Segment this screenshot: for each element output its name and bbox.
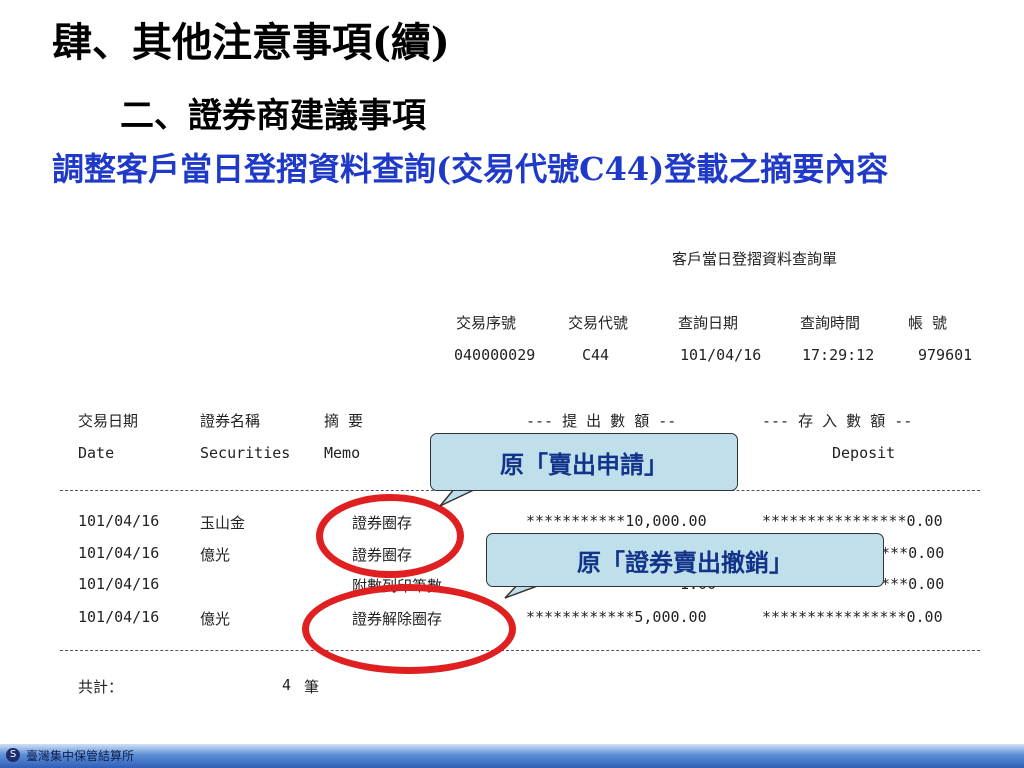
col-header-security-zh: 證券名稱: [200, 412, 261, 430]
col-header-memo-en: Memo: [324, 444, 361, 462]
col-header-date-zh: 交易日期: [78, 412, 139, 430]
slide-topic: 調整客戶當日登摺資料查詢(交易代號C44)登載之摘要內容: [52, 150, 889, 188]
meta-value-account: 979601: [918, 346, 973, 364]
table-row-1-deposit: ****************0.00: [762, 512, 943, 530]
tdcc-logo-icon: S: [6, 748, 20, 762]
meta-header-time: 查詢時間: [800, 314, 861, 332]
callout-original-sell-cancel: 原「證券賣出撤銷」: [486, 533, 884, 587]
meta-value-code: C44: [582, 346, 610, 364]
slide-title: 肆、其他注意事項(續): [52, 19, 450, 66]
col-header-date-en: Date: [78, 444, 115, 462]
col-header-deposit-en: Deposit: [832, 444, 896, 462]
meta-header-code: 交易代號: [568, 314, 629, 332]
total-count: 4: [282, 676, 292, 694]
footer-organization: 臺灣集中保管結算所: [26, 749, 135, 763]
footer-bar: S 臺灣集中保管結算所: [0, 744, 1024, 768]
table-row-4-date: 101/04/16: [78, 608, 160, 626]
meta-header-date: 查詢日期: [678, 314, 739, 332]
table-row-1-date: 101/04/16: [78, 512, 160, 530]
highlight-ring-lower: [302, 584, 516, 674]
report-heading: 客戶當日登摺資料查詢單: [672, 250, 838, 268]
meta-header-account: 帳 號: [908, 314, 948, 332]
table-row-4-security: 億光: [200, 610, 231, 628]
table-row-3-date: 101/04/16: [78, 575, 160, 593]
callout-original-sell-request: 原「賣出申請」: [430, 433, 738, 491]
col-header-security-en: Securities: [200, 444, 291, 462]
meta-value-time: 17:29:12: [802, 346, 875, 364]
highlight-ring-upper: [316, 494, 464, 578]
table-row-4-withdraw: ************5,000.00: [526, 608, 707, 626]
total-unit: 筆: [304, 678, 320, 696]
col-header-withdraw-zh: --- 提 出 數 額 --: [526, 412, 677, 430]
meta-value-date: 101/04/16: [680, 346, 762, 364]
table-row-1-security: 玉山金: [200, 514, 246, 532]
meta-header-seq: 交易序號: [456, 314, 517, 332]
table-row-1-withdraw: ***********10,000.00: [526, 512, 707, 530]
slide-subtitle: 二、證券商建議事項: [120, 96, 426, 136]
total-label: 共計：: [78, 678, 124, 696]
table-row-4-deposit: ****************0.00: [762, 608, 943, 626]
table-row-2-date: 101/04/16: [78, 544, 160, 562]
col-header-deposit-zh: --- 存 入 數 額 --: [762, 412, 913, 430]
meta-value-seq: 040000029: [454, 346, 536, 364]
table-row-2-security: 億光: [200, 546, 231, 564]
divider-bottom: [60, 650, 980, 651]
col-header-memo-zh: 摘 要: [324, 412, 364, 430]
